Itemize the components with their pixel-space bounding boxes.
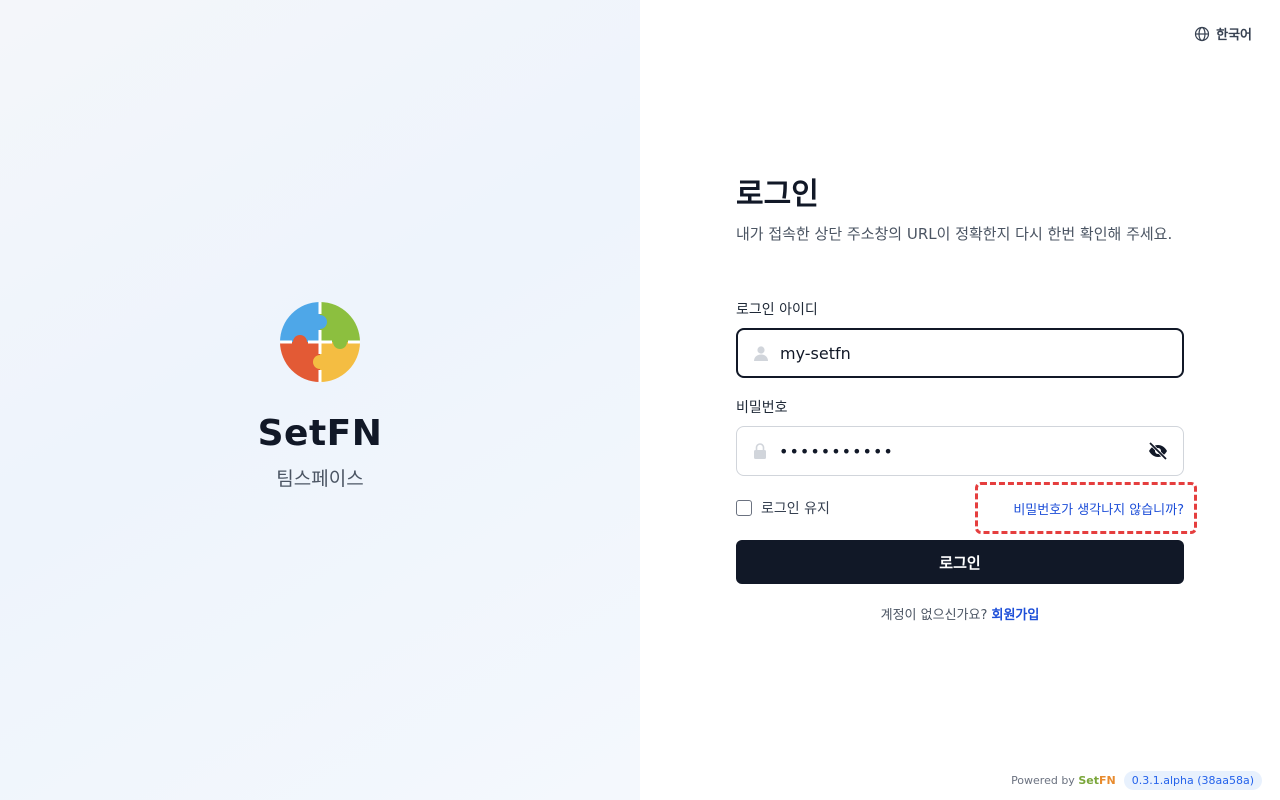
lock-icon bbox=[754, 443, 766, 459]
page-title: 로그인 bbox=[736, 177, 819, 212]
user-icon bbox=[754, 346, 768, 361]
brand-subtitle: 팀스페이스 bbox=[276, 468, 364, 490]
password-input[interactable] bbox=[779, 441, 1147, 461]
forgot-password-highlight: 비밀번호가 생각나지 않습니까? bbox=[975, 482, 1197, 534]
remember-me-checkbox[interactable] bbox=[736, 500, 752, 516]
signup-link[interactable]: 회원가입 bbox=[992, 608, 1040, 623]
brand-block: SetFN 팀스페이스 bbox=[0, 300, 640, 492]
signup-prompt: 계정이 없으신가요? bbox=[880, 608, 988, 623]
version-badge: 0.3.1.alpha (38aa58a) bbox=[1123, 771, 1262, 790]
login-button[interactable]: 로그인 bbox=[736, 540, 1184, 584]
password-field[interactable] bbox=[736, 426, 1184, 476]
login-id-field[interactable] bbox=[736, 328, 1184, 378]
powered-by-label: Powered by SetFN bbox=[1011, 774, 1116, 787]
globe-icon bbox=[1195, 26, 1210, 41]
page-description: 내가 접속한 상단 주소창의 URL이 정확한지 다시 한번 확인해 주세요. bbox=[736, 225, 1173, 243]
remember-me[interactable]: 로그인 유지 bbox=[736, 498, 830, 518]
login-panel: 한국어 로그인 내가 접속한 상단 주소창의 URL이 정확한지 다시 한번 확… bbox=[640, 0, 1280, 800]
brand-name: SetFN bbox=[257, 413, 383, 454]
footer-brand: SetFN bbox=[1078, 774, 1116, 787]
eye-off-icon[interactable] bbox=[1147, 440, 1169, 462]
login-form: 로그인 내가 접속한 상단 주소창의 URL이 정확한지 다시 한번 확인해 주… bbox=[736, 176, 1197, 623]
forgot-password-link[interactable]: 비밀번호가 생각나지 않습니까? bbox=[1013, 499, 1184, 518]
login-id-input[interactable] bbox=[780, 343, 1168, 363]
remember-me-label: 로그인 유지 bbox=[761, 501, 830, 517]
login-id-label: 로그인 아이디 bbox=[736, 302, 818, 318]
signup-row: 계정이 없으신가요? 회원가입 bbox=[736, 604, 1184, 623]
brand-panel: SetFN 팀스페이스 bbox=[0, 0, 640, 800]
footer: Powered by SetFN 0.3.1.alpha (38aa58a) bbox=[1011, 771, 1262, 790]
password-label: 비밀번호 bbox=[736, 400, 788, 416]
language-switcher[interactable]: 한국어 bbox=[1194, 24, 1252, 43]
language-label: 한국어 bbox=[1216, 28, 1252, 43]
puzzle-logo-icon bbox=[280, 302, 360, 382]
